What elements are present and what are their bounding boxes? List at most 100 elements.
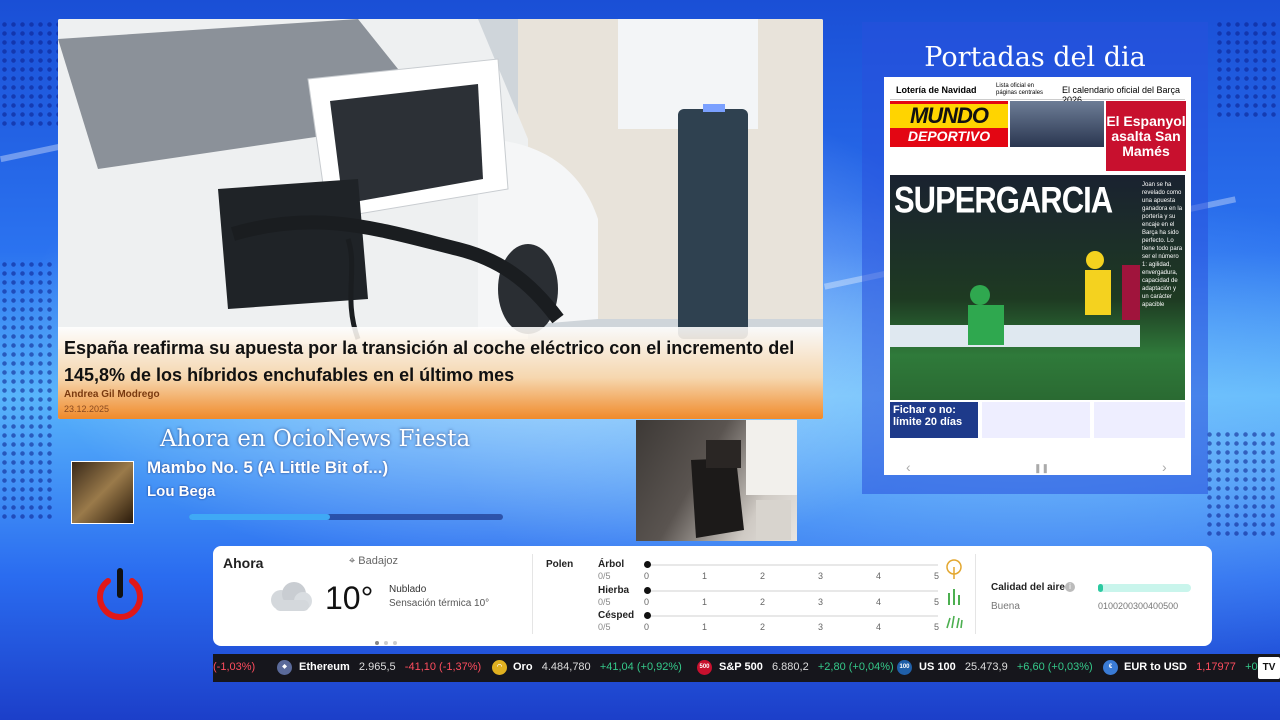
cover-main-headline: SUPERGARCIA	[894, 179, 1113, 221]
cover-footer: Fichar o no: límite 20 días	[890, 402, 1185, 440]
ticker-price: 4.484,780	[541, 661, 591, 673]
gold-icon: ◠	[492, 660, 507, 675]
now-playing-station: Ahora en OcioNews Fiesta	[160, 426, 471, 452]
tick: 4	[876, 597, 882, 607]
ticker-price: 1,17977	[1196, 661, 1236, 673]
weather-condition: Nublado	[389, 584, 427, 595]
air-quality-marker	[1098, 584, 1103, 592]
ticker-item: Oro 4.484,780 +41,04 (+0,92%)	[513, 661, 682, 673]
song-progress-bar	[189, 514, 503, 520]
pollen-marker	[644, 587, 651, 594]
air-quality-bar	[1098, 584, 1191, 592]
ticker-price: 2.965,5	[358, 661, 396, 673]
pollen-name: Árbol	[598, 559, 625, 570]
ticker-change: (-1,03%)	[213, 661, 256, 673]
tick: 2	[760, 622, 766, 632]
tick: 0	[644, 597, 650, 607]
tradingview-logo[interactable]: TV	[1258, 657, 1280, 679]
ticker-price: 6.880,2	[772, 661, 809, 673]
tick: 5	[934, 571, 940, 581]
cover-foot-box-2	[982, 402, 1090, 438]
pollen-marker	[644, 612, 651, 619]
ticker-price: 25.473,9	[964, 661, 1008, 673]
ticker-name: Ethereum	[299, 661, 350, 673]
ethereum-icon: ◆	[277, 660, 292, 675]
pollen-value: 0/5	[598, 597, 611, 607]
ticker-item: Ethereum 2.965,5 -41,10 (-1,37%)	[299, 661, 481, 673]
carousel-dot[interactable]	[393, 641, 397, 645]
tick: 3	[818, 571, 824, 581]
song-title: Mambo No. 5 (A Little Bit of...)	[147, 458, 389, 477]
carousel-dot[interactable]	[375, 641, 379, 645]
song-artist: Lou Bega	[147, 483, 216, 500]
cover-top-mid: Lista oficial en páginas centrales	[996, 83, 1044, 96]
lawn-icon	[946, 615, 963, 629]
ticker-change: +6,60 (+0,03%)	[1016, 661, 1093, 673]
weather-panel: Ahora ⌖ Badajoz 10° Nublado Sensación té…	[213, 546, 1212, 646]
pollen-value: 0/5	[598, 622, 611, 632]
news-author: Andrea Gil Modrego	[64, 389, 160, 400]
pause-icon[interactable]: ❚❚	[1034, 463, 1049, 474]
cover-side-box: El Espanyol asalta San Mamés	[1106, 101, 1186, 171]
market-ticker[interactable]: (-1,03%) ◆ Ethereum 2.965,5 -41,10 (-1,3…	[213, 654, 1280, 682]
ticker-change: +41,04 (+0,92%)	[599, 661, 682, 673]
background-dots	[1205, 430, 1275, 540]
ticker-change: -41,10 (-1,37%)	[404, 661, 482, 673]
weather-location-text: Badajoz	[358, 555, 399, 567]
divider	[532, 554, 533, 634]
ticker-name: US 100	[919, 661, 956, 673]
cover-column-text: Joan se ha revelado como una apuesta gan…	[1142, 182, 1183, 308]
logo-text-a: MUNDO	[890, 104, 1008, 128]
ticker-name: Oro	[513, 661, 533, 673]
pollen-row: Hierba 0/5 0 1 2 3 4 5	[598, 585, 998, 609]
album-art	[71, 461, 134, 524]
news-headline[interactable]: España reafirma su apuesta por la transi…	[64, 335, 814, 389]
power-icon[interactable]	[94, 567, 146, 623]
tick: 0	[644, 622, 650, 632]
info-icon[interactable]: i	[1065, 582, 1075, 592]
ticker-item: EUR to USD 1,17977 +0,00	[1124, 661, 1273, 673]
air-quality-value: Buena	[991, 601, 1020, 612]
tick: 4	[876, 622, 882, 632]
air-quality-scale: 0100200300400500	[1098, 601, 1179, 611]
tick: 2	[760, 597, 766, 607]
tick: 0	[644, 571, 650, 581]
tick: 1	[702, 571, 708, 581]
tick: 2	[760, 571, 766, 581]
location-pin-icon: ⌖	[349, 555, 359, 567]
webcam-view	[636, 420, 797, 541]
chevron-left-icon[interactable]: ‹	[906, 459, 911, 475]
ticker-item: S&P 500 6.880,2 +2,80 (+0,04%)	[719, 661, 894, 673]
pollen-row: Césped 0/5 0 1 2 3 4 5	[598, 610, 998, 634]
carousel-dots[interactable]	[375, 632, 402, 650]
weather-location: ⌖ Badajoz	[349, 555, 398, 568]
pollen-row: Árbol 0/5 0 1 2 3 4 5	[598, 559, 998, 583]
news-date: 23.12.2025	[64, 404, 110, 414]
ticker-item: US 100 25.473,9 +6,60 (+0,03%)	[919, 661, 1093, 673]
carousel-dot[interactable]	[384, 641, 388, 645]
us100-badge: 100	[899, 664, 910, 670]
pollen-scale	[648, 590, 938, 592]
news-card[interactable]: España reafirma su apuesta por la transi…	[58, 19, 823, 419]
chevron-right-icon[interactable]: ›	[1162, 459, 1167, 475]
pollen-label: Polen	[546, 559, 574, 570]
tick: 5	[934, 597, 940, 607]
air-quality-label: Calidad del aire	[991, 582, 1065, 593]
pollen-value: 0/5	[598, 571, 611, 581]
tree-icon	[946, 559, 962, 579]
cover-foot-box-3	[1094, 402, 1185, 438]
newspaper-cover[interactable]: Lotería de Navidad Lista oficial en pági…	[884, 77, 1191, 475]
ticker-change: +2,80 (+0,04%)	[817, 661, 894, 673]
pollen-scale	[648, 615, 938, 617]
sp500-badge: 500	[699, 664, 710, 670]
tick: 1	[702, 597, 708, 607]
newspaper-logo: MUNDO DEPORTIVO	[890, 101, 1008, 147]
tick: 3	[818, 597, 824, 607]
cloud-icon	[271, 582, 312, 611]
webcam-graphic	[691, 420, 797, 540]
cover-topbar: Lotería de Navidad Lista oficial en pági…	[890, 81, 1185, 105]
pollen-name: Césped	[598, 610, 635, 621]
portadas-title: Portadas del dia	[924, 42, 1146, 73]
weather-temperature: 10°	[325, 580, 374, 616]
background-dots	[0, 260, 55, 520]
